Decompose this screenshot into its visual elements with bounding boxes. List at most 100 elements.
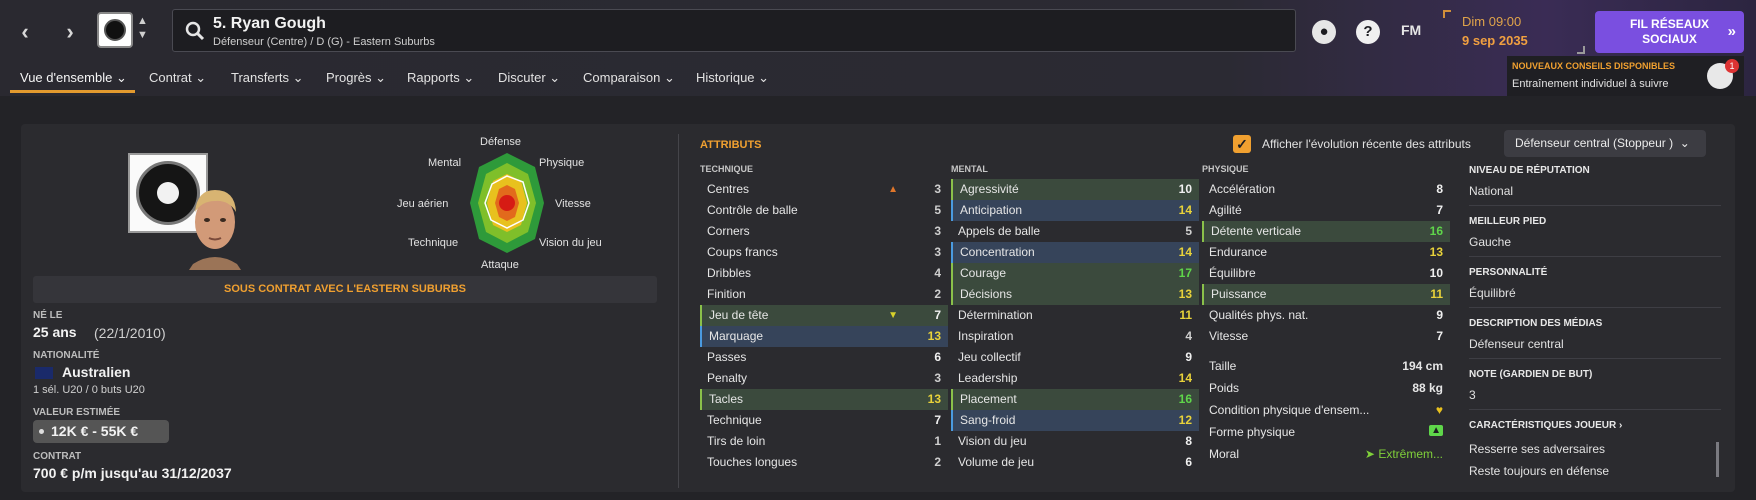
attr-row[interactable]: Coups francs 3 [700,242,948,263]
attr-row[interactable]: Anticipation 14 [951,200,1199,221]
attr-row[interactable]: Décisions 13 [951,284,1199,305]
radar-label: Physique [539,157,585,169]
attr-value: 8 [1436,182,1443,196]
attr-value: 3 [934,371,941,385]
tab-overview[interactable]: Vue d'ensemble ⌄ [20,70,127,86]
attr-value: 11 [1430,287,1443,301]
attr-row[interactable]: Détermination 11 [951,305,1199,326]
attr-row[interactable]: Contrôle de balle 5 [700,200,948,221]
height-value: 194 cm [1402,359,1443,373]
attr-value: 13 [927,329,941,343]
forward-arrow-icon[interactable]: › [51,12,89,52]
trait-item: Resserre ses adversaires [1469,442,1606,456]
attr-value: 10 [1429,266,1443,280]
tab-history[interactable]: Historique ⌄ [696,70,769,86]
attr-row[interactable]: Appels de balle 5 [951,221,1199,242]
attr-value: 5 [1185,224,1192,238]
tab-comparison[interactable]: Comparaison ⌄ [583,70,675,86]
social-feed-button[interactable]: FIL RÉSEAUX SOCIAUX » [1595,11,1744,53]
attr-row[interactable]: Accélération 8 [1202,179,1450,200]
tab-discuss[interactable]: Discuter ⌄ [498,70,560,86]
attr-name: Finition [707,287,746,301]
attr-row[interactable]: Jeu de tête ▼ 7 [700,305,948,326]
social-button-line1: FIL RÉSEAUX [1629,17,1710,31]
tab-contract[interactable]: Contrat ⌄ [149,70,206,86]
advice-count-badge: 1 [1725,59,1739,73]
attr-row[interactable]: Vision du jeu 8 [951,431,1199,452]
tab-reports[interactable]: Rapports ⌄ [407,70,474,86]
player-search-bar[interactable]: 5. Ryan Gough Défenseur (Centre) / D (G)… [172,9,1296,52]
evolution-checkbox[interactable]: ✓ [1233,135,1251,153]
attributes-title: ATTRIBUTS [700,139,762,151]
attr-name: Vitesse [1209,329,1249,343]
help-glyph: ? [1363,23,1373,40]
attr-row[interactable]: Finition 2 [700,284,948,305]
radar-label: Vitesse [555,198,591,210]
attr-row[interactable]: Agressivité 10 [951,179,1199,200]
attr-row[interactable]: Détente verticale 16 [1202,221,1450,242]
attr-row[interactable]: Placement 16 [951,389,1199,410]
attr-value: 14 [1178,371,1192,385]
club-logo-flower [157,182,179,204]
attr-row[interactable]: Leadership 14 [951,368,1199,389]
attr-name: Leadership [958,371,1018,385]
advice-notification[interactable]: NOUVEAUX CONSEILS DISPONIBLES Entraîneme… [1507,56,1744,96]
estimated-value: 12K € - 55K € [51,423,139,439]
weight-row: Poids 88 kg [1202,378,1450,399]
fm-logo[interactable]: FM [1401,22,1421,38]
chevron-down-icon[interactable]: ▼ [137,28,148,42]
attr-row[interactable]: Touches longues 2 [700,452,948,473]
attr-row[interactable]: Dribbles 4 [700,263,948,284]
help-icon[interactable]: ? [1356,20,1380,44]
club-badge-button[interactable] [97,12,133,48]
born-label: NÉ LE [33,310,63,321]
value-label: VALEUR ESTIMÉE [33,407,121,418]
date-widget[interactable]: Dim 09:00 9 sep 2035 [1443,10,1585,54]
attr-name: Puissance [1211,287,1267,301]
attr-row[interactable]: Qualités phys. nat. 9 [1202,305,1450,326]
attr-row[interactable]: Inspiration 4 [951,326,1199,347]
nationality-value[interactable]: Australien [62,364,130,380]
attr-row[interactable]: Agilité 7 [1202,200,1450,221]
radar-label: Technique [408,237,459,249]
attr-row[interactable]: Vitesse 7 [1202,326,1450,347]
attr-row[interactable]: Volume de jeu 6 [951,452,1199,473]
back-arrow-icon[interactable]: ‹ [6,12,44,52]
chevron-up-icon[interactable]: ▲ [137,14,148,28]
attr-row[interactable]: Courage 17 [951,263,1199,284]
tab-progress[interactable]: Progrès ⌄ [326,70,386,86]
attr-row[interactable]: Technique 7 [700,410,948,431]
morale-text: Extrêmem... [1378,447,1443,461]
attr-row[interactable]: Puissance 11 [1202,284,1450,305]
player-traits-link[interactable]: CARACTÉRISTIQUES JOUEUR › [1469,420,1622,431]
attr-row[interactable]: Tirs de loin 1 [700,431,948,452]
traits-scrollbar[interactable] [1716,442,1719,477]
attr-row[interactable]: Corners 3 [700,221,948,242]
attr-row[interactable]: Jeu collectif 9 [951,347,1199,368]
role-dropdown[interactable]: Défenseur central (Stoppeur ) ⌄ [1504,130,1706,157]
attr-row[interactable]: Endurance 13 [1202,242,1450,263]
attr-row[interactable]: Passes 6 [700,347,948,368]
tab-transfers[interactable]: Transferts ⌄ [231,70,304,86]
attr-name: Technique [707,413,762,427]
evolution-checkbox-label[interactable]: Afficher l'évolution récente des attribu… [1262,137,1471,151]
attr-row[interactable]: Sang-froid 12 [951,410,1199,431]
attr-row[interactable]: Concentration 14 [951,242,1199,263]
attr-row[interactable]: Équilibre 10 [1202,263,1450,284]
globe-icon[interactable]: ● [1312,20,1336,44]
club-stepper[interactable]: ▲ ▼ [137,14,148,42]
attr-value: 6 [934,350,941,364]
attr-value: 7 [1436,203,1443,217]
attr-value: 2 [934,455,941,469]
attr-row[interactable]: Tacles 13 [700,389,948,410]
improve-arrow-icon: ▼ [888,310,898,321]
tab-label: Progrès [326,70,372,85]
morale-value: ➤ Extrêmem... [1364,447,1443,461]
attr-row[interactable]: Penalty 3 [700,368,948,389]
attr-row[interactable]: Centres ▲ 3 [700,179,948,200]
attr-row[interactable]: Marquage 13 [700,326,948,347]
weight-value: 88 kg [1412,381,1443,395]
attr-name: Marquage [709,329,764,343]
attr-name: Corners [707,224,750,238]
separator [1469,409,1721,410]
